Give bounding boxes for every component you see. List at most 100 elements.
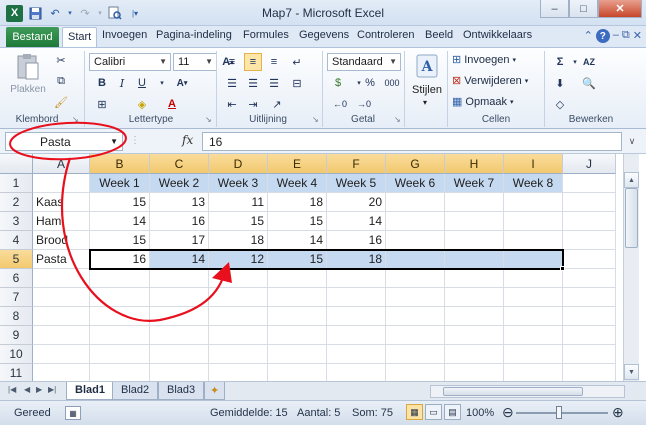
tab-pagina-indeling[interactable]: Pagina-indeling xyxy=(156,29,232,41)
cell-h1[interactable]: Week 7 xyxy=(445,174,504,193)
cell-g9[interactable] xyxy=(386,326,445,345)
font-size-combo[interactable]: 11 ▼ xyxy=(173,53,217,71)
cell-c11[interactable] xyxy=(150,364,209,381)
cell-f2[interactable]: 20 xyxy=(327,193,386,212)
fill-handle[interactable] xyxy=(560,266,565,271)
tab-gegevens[interactable]: Gegevens xyxy=(299,29,349,41)
cell-f1[interactable]: Week 5 xyxy=(327,174,386,193)
cell-a3[interactable]: Ham xyxy=(33,212,90,231)
clear-icon[interactable]: ◇ xyxy=(551,95,569,113)
name-box[interactable]: Pasta ▼ xyxy=(5,132,123,151)
cell-d11[interactable] xyxy=(209,364,268,381)
paste-button[interactable]: Plakken xyxy=(8,51,48,103)
cell-i3[interactable] xyxy=(504,212,563,231)
cell-h6[interactable] xyxy=(445,269,504,288)
bold-icon[interactable]: B xyxy=(93,74,111,92)
cell-h3[interactable] xyxy=(445,212,504,231)
sheet-tab-blad1[interactable]: Blad1 xyxy=(66,382,114,400)
cell-d10[interactable] xyxy=(209,345,268,364)
underline-dropdown-icon[interactable]: ▾ xyxy=(153,74,171,92)
cell-f11[interactable] xyxy=(327,364,386,381)
last-sheet-icon[interactable]: ▶| xyxy=(48,385,56,394)
cell-j7[interactable] xyxy=(563,288,616,307)
cell-f9[interactable] xyxy=(327,326,386,345)
wrap-text-icon[interactable]: ↵ xyxy=(288,53,306,71)
cell-c8[interactable] xyxy=(150,307,209,326)
italic-icon[interactable]: I xyxy=(113,74,131,92)
cell-d4[interactable]: 18 xyxy=(209,231,268,250)
horizontal-scroll-thumb[interactable] xyxy=(443,387,583,396)
cell-f8[interactable] xyxy=(327,307,386,326)
number-format-combo[interactable]: Standaard ▼ xyxy=(327,53,401,71)
zoom-slider-thumb[interactable] xyxy=(556,406,562,419)
cell-b3[interactable]: 14 xyxy=(90,212,150,231)
cell-h5[interactable] xyxy=(445,250,504,269)
cell-a11[interactable] xyxy=(33,364,90,381)
cell-h11[interactable] xyxy=(445,364,504,381)
column-header-e[interactable]: E xyxy=(268,154,327,174)
currency-icon[interactable]: $ xyxy=(329,74,347,92)
column-header-h[interactable]: H xyxy=(445,154,504,174)
cell-c4[interactable]: 17 xyxy=(150,231,209,250)
font-name-combo[interactable]: Calibri ▼ xyxy=(89,53,171,71)
cell-e2[interactable]: 18 xyxy=(268,193,327,212)
cell-c6[interactable] xyxy=(150,269,209,288)
sheet-tab-blad2[interactable]: Blad2 xyxy=(112,382,159,400)
cell-e7[interactable] xyxy=(268,288,327,307)
cell-d2[interactable]: 11 xyxy=(209,193,268,212)
cell-b8[interactable] xyxy=(90,307,150,326)
percent-icon[interactable]: % xyxy=(361,74,379,92)
cell-c10[interactable] xyxy=(150,345,209,364)
cell-g10[interactable] xyxy=(386,345,445,364)
format-painter-icon[interactable]: 🖌 xyxy=(52,93,70,111)
cell-j2[interactable] xyxy=(563,193,616,212)
cell-f10[interactable] xyxy=(327,345,386,364)
column-header-g[interactable]: G xyxy=(386,154,445,174)
insert-cells-button[interactable]: ⊞ Invoegen ▾ xyxy=(452,53,516,67)
cell-j9[interactable] xyxy=(563,326,616,345)
cell-c2[interactable]: 13 xyxy=(150,193,209,212)
row-header-6[interactable]: 6 xyxy=(0,269,33,288)
row-header-9[interactable]: 9 xyxy=(0,326,33,345)
cell-j3[interactable] xyxy=(563,212,616,231)
cell-a2[interactable]: Kaas xyxy=(33,193,90,212)
row-header-5[interactable]: 5 xyxy=(0,250,33,269)
cell-i7[interactable] xyxy=(504,288,563,307)
zoom-in-icon[interactable]: ⊕ xyxy=(612,404,624,421)
cell-f6[interactable] xyxy=(327,269,386,288)
tab-invoegen[interactable]: Invoegen xyxy=(102,29,147,41)
cell-c3[interactable]: 16 xyxy=(150,212,209,231)
cell-e5[interactable]: 15 xyxy=(268,250,327,269)
cell-a1[interactable] xyxy=(33,174,90,193)
increase-decimal-icon[interactable]: ←0 xyxy=(331,95,349,113)
cell-b7[interactable] xyxy=(90,288,150,307)
cell-b10[interactable] xyxy=(90,345,150,364)
shrink-font-icon[interactable]: A ▾ xyxy=(173,74,191,92)
cell-i8[interactable] xyxy=(504,307,563,326)
row-header-7[interactable]: 7 xyxy=(0,288,33,307)
cell-g5[interactable] xyxy=(386,250,445,269)
thousands-separator-icon[interactable]: 000 xyxy=(381,74,403,92)
cell-j1[interactable] xyxy=(563,174,616,193)
cell-e4[interactable]: 14 xyxy=(268,231,327,250)
column-header-d[interactable]: D xyxy=(209,154,268,174)
cell-d9[interactable] xyxy=(209,326,268,345)
cell-d6[interactable] xyxy=(209,269,268,288)
cell-f3[interactable]: 14 xyxy=(327,212,386,231)
close-button[interactable]: ✕ xyxy=(598,0,642,18)
cell-d8[interactable] xyxy=(209,307,268,326)
select-all-button[interactable] xyxy=(0,154,33,174)
cell-h10[interactable] xyxy=(445,345,504,364)
cell-e6[interactable] xyxy=(268,269,327,288)
cell-h8[interactable] xyxy=(445,307,504,326)
formula-input[interactable]: 16 xyxy=(202,132,622,151)
tab-bestand[interactable]: Bestand xyxy=(6,27,59,47)
column-header-j[interactable]: J xyxy=(563,154,616,174)
font-color-icon[interactable]: A xyxy=(163,95,181,113)
zoom-level[interactable]: 100% xyxy=(466,407,494,419)
number-launcher-icon[interactable]: ↘ xyxy=(394,115,401,124)
clipboard-launcher-icon[interactable]: ↘ xyxy=(72,115,79,124)
cell-c5[interactable]: 14 xyxy=(150,250,209,269)
cell-e8[interactable] xyxy=(268,307,327,326)
cell-i5[interactable] xyxy=(504,250,563,269)
